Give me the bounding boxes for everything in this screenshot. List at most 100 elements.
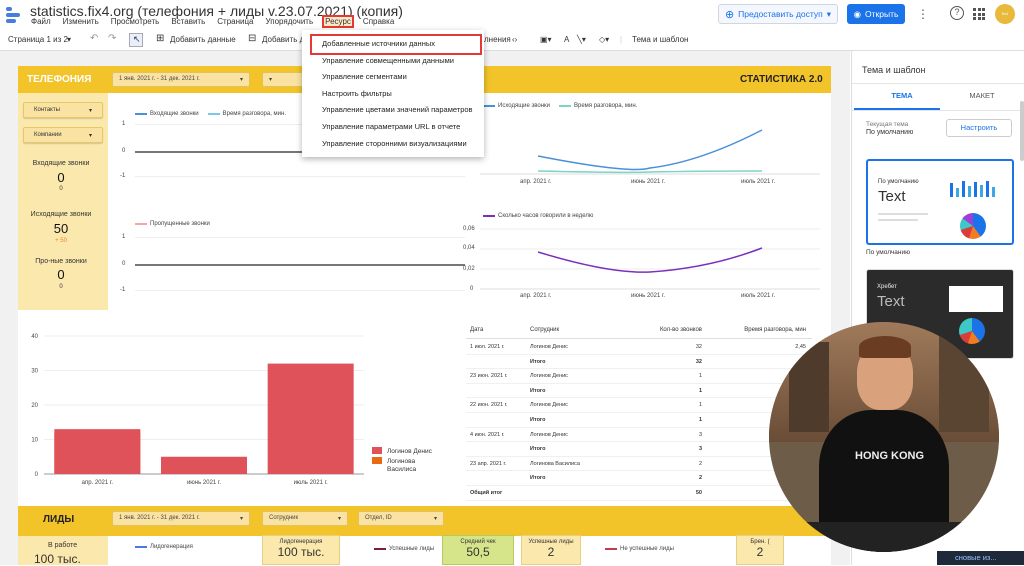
share-button[interactable]: ⊕ Предоставить доступ ▾ <box>718 4 838 24</box>
y-tick: -1 <box>120 173 126 179</box>
legend-label: Василиса <box>387 466 417 473</box>
add-data-button[interactable]: Добавить данные <box>170 35 236 44</box>
chevron-down-icon: ▾ <box>239 77 243 83</box>
employee-filter[interactable]: ▾ <box>262 72 306 87</box>
menu-resource[interactable]: Ресурс <box>322 15 354 28</box>
add-control-button[interactable]: лнения <box>484 35 511 44</box>
table-cell: 22 июн. 2021 г. <box>470 402 508 409</box>
kpi-value: 2 <box>547 545 555 559</box>
statistics-title: СТАТИСТИКА 2.0 <box>740 74 823 85</box>
y-tick: 1 <box>122 121 126 127</box>
bar-loginov-denis[interactable] <box>267 363 354 474</box>
table-row[interactable]: 23 апр. 2021 г. Логинова Василиса 2 <box>466 457 812 472</box>
data-studio-logo-icon[interactable] <box>6 5 24 25</box>
more-vert-icon[interactable]: ⋮ <box>915 7 931 23</box>
table-cell: 1 июл. 2021 г. <box>470 344 505 350</box>
menu-help[interactable]: Справка <box>362 17 395 26</box>
menu-page[interactable]: Страница <box>216 17 254 26</box>
undo-icon[interactable]: ↶ <box>90 33 98 44</box>
add-data-icon[interactable]: ⊞ <box>156 33 164 44</box>
theme-card-default[interactable]: По умолчанию Text <box>866 159 1014 245</box>
table-row[interactable]: Общий итог 50 <box>466 486 812 501</box>
mini-pie-icon <box>960 213 986 239</box>
menu-item-dimension-colors[interactable]: Управление цветами значений параметров <box>302 102 484 119</box>
chart-legend: Входящие звонки Время разговора, мин. <box>135 111 286 117</box>
menu-item-url-params[interactable]: Управление параметрами URL в отчете <box>302 119 484 136</box>
table-cell: 1 <box>698 417 702 423</box>
page-indicator[interactable]: Страница 1 из 2 <box>8 35 68 44</box>
zero-line <box>135 264 465 266</box>
outgoing-calls-line-chart <box>480 129 820 175</box>
tab-layout[interactable]: МАКЕТ <box>946 91 1018 100</box>
chart-legend: Сколько часов говорили в неделю <box>483 213 593 219</box>
y-tick: 0,06 <box>463 226 475 232</box>
open-button[interactable]: ◉ Открыть <box>847 4 905 24</box>
menu-item-added-data-sources[interactable]: Добавленные источники данных <box>310 34 482 55</box>
date-range-value: 1 янв. 2021 г. - 31 дек. 2021 г. <box>119 76 200 82</box>
bottom-link[interactable]: сновые из... <box>937 551 1024 565</box>
menu-item-filters[interactable]: Настроить фильтры <box>302 86 484 103</box>
select-cursor-icon[interactable]: ↖ <box>129 33 143 47</box>
table-row[interactable]: Итого 2 <box>466 471 812 486</box>
chevron-down-icon: ▾ <box>826 8 832 19</box>
contacts-filter[interactable]: Контакты ▾ <box>23 102 103 118</box>
menu-edit[interactable]: Изменить <box>62 17 100 26</box>
y-tick: 0 <box>122 261 126 267</box>
table-cell: Итого <box>530 475 546 482</box>
table-row[interactable]: 1 июл. 2021 г.Логинов Денис322,45 <box>466 340 812 355</box>
table-row[interactable]: Итого 1 <box>466 413 812 428</box>
bar-loginov-denis[interactable] <box>54 429 141 474</box>
table-header[interactable]: Кол-во звонков <box>656 327 702 333</box>
menu-insert[interactable]: Вставить <box>170 17 206 26</box>
code-icon[interactable]: ‹› <box>512 35 517 44</box>
legend-label: Не успешные лиды <box>620 546 674 552</box>
bar-loginov-denis[interactable] <box>161 456 247 474</box>
table-header[interactable]: Сотрудник <box>530 327 650 333</box>
table-row[interactable]: Итого322, <box>466 355 812 370</box>
menu-view[interactable]: Просмотреть <box>110 17 161 26</box>
redo-icon[interactable]: ↷ <box>108 33 116 44</box>
customize-button[interactable]: Настроить <box>946 119 1012 137</box>
menu-arrange[interactable]: Упорядочить <box>265 17 315 26</box>
table-row[interactable]: 22 июн. 2021 г. Логинов Денис 1 <box>466 398 812 413</box>
add-chart-icon[interactable]: ⊟ <box>248 33 256 44</box>
chevron-down-icon[interactable]: ▾ <box>67 35 71 44</box>
table-row[interactable]: Итого 1 <box>466 384 812 399</box>
x-tick: июль 2021 г. <box>741 293 776 299</box>
toolbar-divider: | <box>620 35 623 44</box>
line-icon[interactable]: ╲▾ <box>577 35 586 44</box>
talk-time-line <box>537 170 763 174</box>
department-filter[interactable]: Отдел, ID ▾ <box>358 511 444 526</box>
chevron-down-icon: ▾ <box>239 516 243 522</box>
employee-filter-label: Сотрудник <box>269 515 299 521</box>
menu-item-blended-data[interactable]: Управление совмещенными данными <box>302 53 484 70</box>
kpi-label: Исходящие звонки <box>30 211 92 218</box>
table-cell: Итого <box>530 358 546 365</box>
text-icon[interactable]: A <box>564 35 569 44</box>
companies-filter[interactable]: Компании ▾ <box>23 127 103 143</box>
avatar[interactable]: fix4 <box>995 4 1015 24</box>
apps-grid-icon[interactable] <box>973 8 985 20</box>
kpi-value: 100 тыс. <box>34 552 81 566</box>
image-icon[interactable]: ▣▾ <box>540 35 552 44</box>
scrollbar[interactable] <box>1020 101 1024 161</box>
help-icon[interactable]: ? <box>950 6 964 20</box>
menu-item-segments[interactable]: Управление сегментами <box>302 69 484 86</box>
table-row[interactable]: 4 июн. 2021 г. Логинов Денис 3 <box>466 428 812 443</box>
date-range-value: 1 янв. 2021 г. - 31 дек. 2021 г. <box>119 515 200 521</box>
menu-file[interactable]: Файл <box>30 17 52 26</box>
table-header[interactable]: Дата <box>470 327 528 333</box>
shape-icon[interactable]: ◇▾ <box>599 35 609 44</box>
date-range-control[interactable]: 1 янв. 2021 г. - 31 дек. 2021 г. ▾ <box>112 511 250 526</box>
employee-filter[interactable]: Сотрудник ▾ <box>262 511 348 526</box>
legend-label: Пропущенные звонки <box>150 221 210 227</box>
table-row[interactable]: Итого 3 <box>466 442 812 457</box>
table-row[interactable]: 23 июн. 2021 г. Логинов Денис 1 <box>466 369 812 384</box>
date-range-control[interactable]: 1 янв. 2021 г. - 31 дек. 2021 г. ▾ <box>112 72 250 87</box>
theme-card-text: Text <box>877 293 905 310</box>
tab-theme[interactable]: ТЕМА <box>866 91 938 100</box>
add-chart-button[interactable]: Добавить д <box>262 35 304 44</box>
theme-button[interactable]: Тема и шаблон <box>632 35 688 44</box>
menu-item-community-viz[interactable]: Управление сторонними визуализациями <box>302 136 484 153</box>
kpi-leadgen: Лидогенерация 100 тыс. <box>262 535 340 565</box>
